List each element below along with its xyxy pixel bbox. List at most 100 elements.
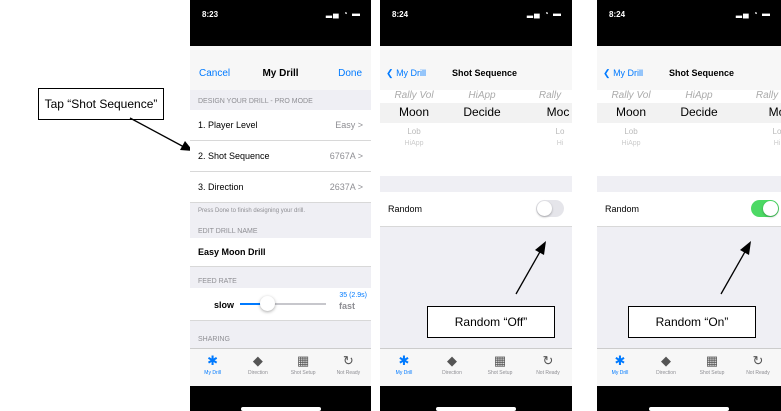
slider-thumb[interactable] [260,296,275,311]
callout-tap-shot-sequence: Tap “Shot Sequence” [38,88,164,120]
page-title: Shot Sequence [669,68,735,78]
random-toggle[interactable] [751,200,779,217]
toggle-knob [763,201,778,216]
tab-bar: ✱ My Drill ◆ Direction ▦ Shot Setup ↻ No… [597,348,781,387]
chevron-left-icon: ❮ [386,68,394,78]
picker-col2-top: HiApp [685,90,713,101]
tab-label: Shot Setup [487,370,513,376]
hint-text: Press Done to finish designing your dril… [198,208,306,214]
status-bar: 8:24 ▂▄ ◔ ▬ [380,0,572,46]
random-row: Random [380,192,572,227]
section-feed-header: FEED RATE [198,278,237,285]
direction-icon: ◆ [252,353,263,368]
feed-rate-slider[interactable] [240,296,326,311]
feed-fast-label: fast [338,301,355,311]
picker-col3-selected: Mo [768,105,781,119]
signal-wifi-battery-icon: ▂▄ ◔ ▬ [526,9,562,18]
refresh-icon: ↻ [542,353,554,368]
picker-col1-selected: Moon [398,105,430,119]
tab-my-drill[interactable]: ✱ My Drill [380,353,428,376]
drill-settings-list: DESIGN YOUR DRILL - PRO MODE 1. Player L… [190,90,371,348]
done-button[interactable]: Done [338,68,362,79]
shot-picker[interactable]: Rally Vol HiApp Rally Moon Decide Moc Lo… [380,90,572,176]
tab-label: My Drill [611,370,629,376]
nav-bar: Cancel My Drill Done [190,46,371,90]
picker-col3-below: Lo [772,127,781,136]
picker-col2-selected: Decide [463,105,501,119]
row-label: 2. Shot Sequence [198,151,270,161]
chevron-right-icon: > [357,182,363,192]
direction-icon: ◆ [447,353,457,368]
random-toggle[interactable] [536,200,564,217]
callout-text: Tap “Shot Sequence” [44,97,158,111]
callout-text: Random “On” [655,315,729,329]
picker-col1-below: Lob [624,127,638,136]
tab-label: Direction [248,370,268,376]
tab-shot-setup[interactable]: ▦ Shot Setup [476,353,524,376]
tab-label: Not Ready [746,370,770,376]
nav-bar: ❮ My Drill Shot Sequence [597,46,781,90]
tab-label: Direction [442,370,462,376]
sliders-icon: ▦ [493,353,507,368]
feed-rate-value: 35 (2.9s) [339,292,367,299]
picker-col1-top: Rally Vol [394,90,434,101]
picker-col3-top: Rally [538,90,562,101]
picker-col1-below: Lob [407,127,421,136]
home-indicator[interactable] [649,407,729,411]
row-value: 2637A > [329,182,363,192]
callout-random-off: Random “Off” [427,306,555,338]
status-bar: 8:23 ▂▄ ◔ ▬ [190,0,371,46]
tab-label: Not Ready [336,370,361,376]
tab-my-drill[interactable]: ✱ My Drill [190,353,235,376]
phone-shot-sequence-off: 8:24 ▂▄ ◔ ▬ ❮ My Drill Shot Sequence Ral… [380,0,572,411]
picker-col3-below: Lo [555,127,565,136]
picker-col1-selected: Moon [615,105,647,119]
phone-shot-sequence-on: 8:24 ▂▄ ◔ ▬ ❮ My Drill Shot Sequence Ral… [597,0,781,411]
tab-label: My Drill [395,370,413,376]
picker-col1-top: Rally Vol [611,90,651,101]
home-indicator[interactable] [240,407,321,411]
picker-col2-top: HiApp [468,90,496,101]
tab-shot-setup[interactable]: ▦ Shot Setup [689,353,735,376]
bottom-safe-area [190,386,371,411]
status-time: 8:24 [609,10,626,19]
picker-col2-selected: Decide [680,105,718,119]
row-direction[interactable]: 3. Direction 2637A > [190,172,371,203]
picker-col3-top: Rally [755,90,779,101]
row-value: Easy > [335,120,363,130]
refresh-icon: ↻ [752,353,764,368]
page-title: Shot Sequence [452,68,518,78]
section-design-header: DESIGN YOUR DRILL - PRO MODE [198,98,313,105]
signal-wifi-battery-icon: ▂▄ ◔ ▬ [735,9,771,18]
row-player-level[interactable]: 1. Player Level Easy > [190,110,371,141]
random-label: Random [605,204,640,214]
tab-shot-setup[interactable]: ▦ Shot Setup [281,353,326,376]
tab-not-ready[interactable]: ↻ Not Ready [326,353,371,376]
row-shot-sequence[interactable]: 2. Shot Sequence 6767A > [190,141,371,172]
tab-not-ready[interactable]: ↻ Not Ready [524,353,572,376]
tab-label: Shot Setup [290,370,316,376]
row-label: 1. Player Level [198,120,258,130]
chevron-left-icon: ❮ [603,68,611,78]
tab-direction[interactable]: ◆ Direction [643,353,689,376]
picker-col3-selected: Moc [546,105,570,119]
drill-name-value: Easy Moon Drill [198,247,266,257]
shot-picker[interactable]: Rally Vol HiApp Rally Moon Decide Mo Lob… [597,90,781,176]
chevron-right-icon: > [357,151,363,161]
back-label: My Drill [613,68,644,78]
tab-not-ready[interactable]: ↻ Not Ready [735,353,781,376]
status-time: 8:24 [392,10,409,19]
tab-my-drill[interactable]: ✱ My Drill [597,353,643,376]
picker-col3-below2: Hi [556,140,564,147]
home-indicator[interactable] [436,407,516,411]
back-label: My Drill [396,68,427,78]
drill-name-field[interactable]: Easy Moon Drill [190,238,371,267]
tab-label: Shot Setup [699,370,725,376]
tab-direction[interactable]: ◆ Direction [428,353,476,376]
back-button[interactable]: ❮ My Drill [603,68,643,79]
refresh-icon: ↻ [342,353,354,368]
bottom-safe-area [380,386,572,411]
tab-bar: ✱ My Drill ◆ Direction ▦ Shot Setup ↻ No… [190,348,371,387]
back-button[interactable]: ❮ My Drill [386,68,426,79]
tab-direction[interactable]: ◆ Direction [235,353,280,376]
